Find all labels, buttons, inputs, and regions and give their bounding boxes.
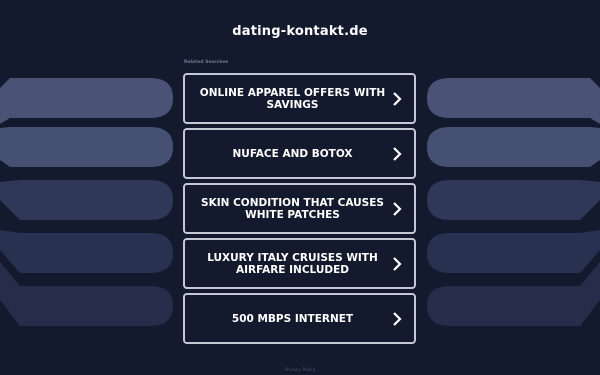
related-link-1[interactable]: ONLINE APPAREL OFFERS WITH SAVINGS [183, 73, 416, 124]
chevron-right-icon [393, 256, 402, 271]
related-link-5[interactable]: 500 MBPS INTERNET [183, 293, 416, 344]
related-link-label: SKIN CONDITION THAT CAUSES WHITE PATCHES [201, 196, 384, 221]
related-link-label: ONLINE APPAREL OFFERS WITH SAVINGS [199, 86, 386, 111]
related-link-3[interactable]: SKIN CONDITION THAT CAUSES WHITE PATCHES [183, 183, 416, 234]
related-link-label: NUFACE AND BOTOX [232, 147, 353, 160]
chevron-right-icon [393, 146, 402, 161]
chevron-right-icon [393, 201, 402, 216]
chevron-right-icon [393, 311, 402, 326]
related-link-label: 500 MBPS INTERNET [231, 312, 354, 325]
related-link-2[interactable]: NUFACE AND BOTOX [183, 128, 416, 179]
related-searches-label: Related Searches [184, 60, 229, 65]
chevron-right-icon [393, 91, 402, 106]
related-link-4[interactable]: LUXURY ITALY CRUISES WITH AIRFARE INCLUD… [183, 238, 416, 289]
related-link-label: LUXURY ITALY CRUISES WITH AIRFARE INCLUD… [207, 251, 378, 276]
privacy-policy-link[interactable]: Privacy Policy [0, 368, 600, 373]
domain-title: dating-kontakt.de [232, 24, 368, 39]
related-links-list: ONLINE APPAREL OFFERS WITH SAVINGS NUFAC… [183, 73, 416, 348]
